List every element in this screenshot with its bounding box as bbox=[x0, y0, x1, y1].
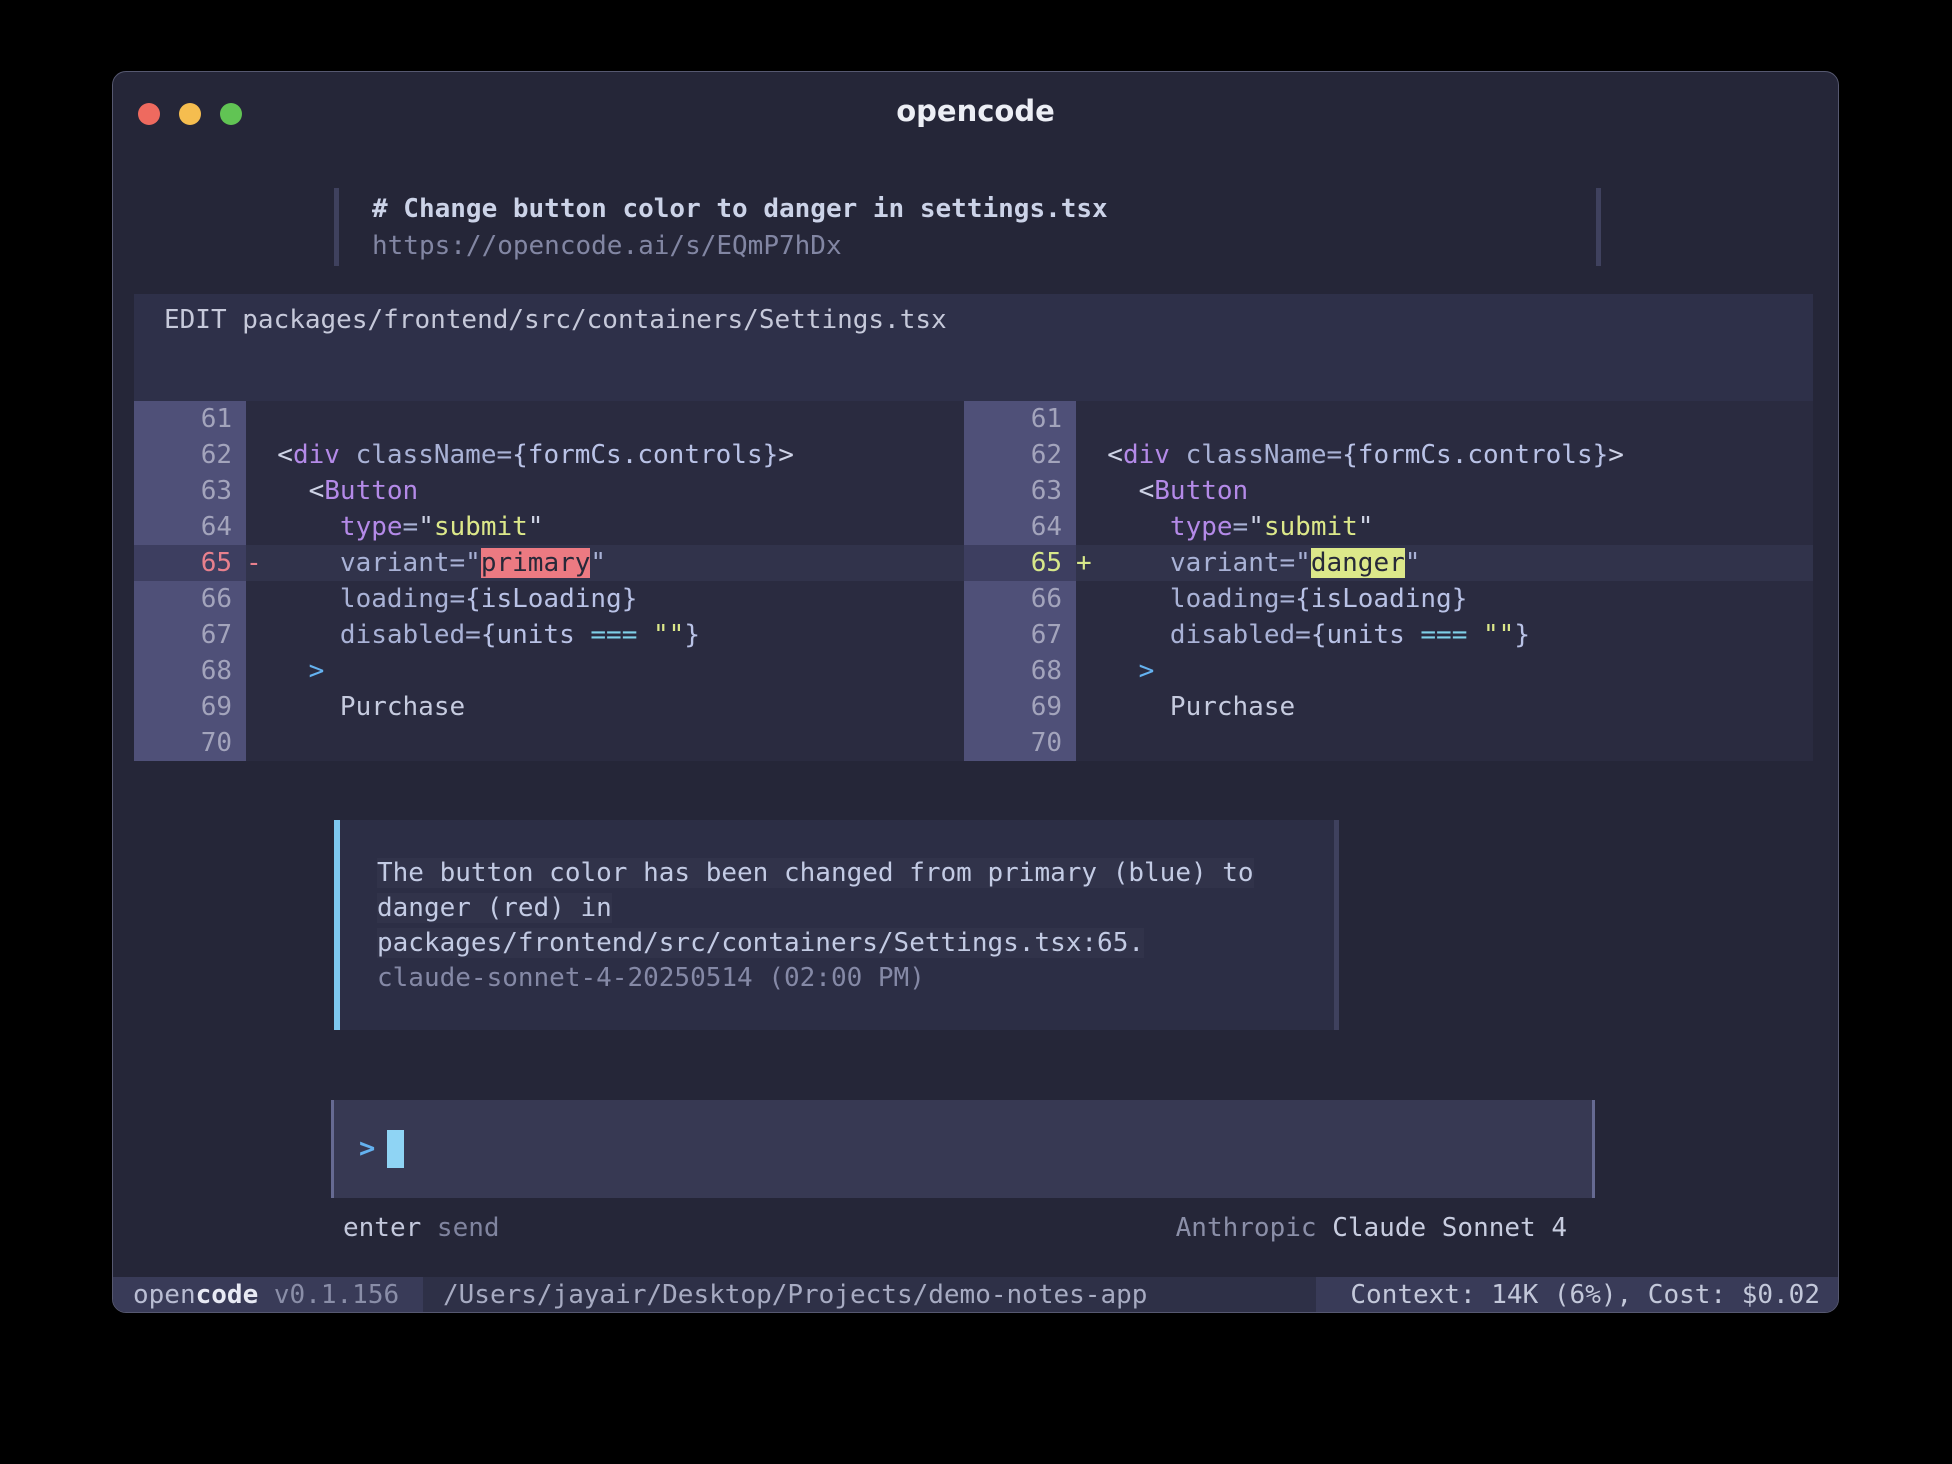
diff-row-61: 61 61 bbox=[134, 401, 1813, 437]
share-link[interactable]: https://opencode.ai/s/EQmP7hDx bbox=[372, 231, 842, 261]
edit-file-path: EDIT packages/frontend/src/containers/Se… bbox=[164, 302, 1813, 338]
edit-tool-panel: EDIT packages/frontend/src/containers/Se… bbox=[134, 294, 1813, 401]
app-version: opencode v0.1.156 bbox=[113, 1277, 423, 1313]
code-line-old: - variant="primary" bbox=[246, 545, 964, 581]
code-line-new: type="submit" bbox=[1076, 509, 1813, 545]
line-number-new: 68 bbox=[964, 653, 1076, 689]
line-number-old: 61 bbox=[134, 401, 246, 437]
prompt-hints: enter send Anthropic Claude Sonnet 4 bbox=[331, 1210, 1595, 1246]
assistant-message: The button color has been changed from p… bbox=[334, 820, 1339, 1030]
line-number-new: 64 bbox=[964, 509, 1076, 545]
opencode-window: opencode # Change button color to danger… bbox=[112, 71, 1839, 1313]
prompt-input[interactable]: > bbox=[331, 1100, 1595, 1198]
line-number-old: 64 bbox=[134, 509, 246, 545]
prompt-symbol: > bbox=[359, 1130, 375, 1168]
line-number-new: 63 bbox=[964, 473, 1076, 509]
diff-row-67: 67 disabled={units === ""}67 disabled={u… bbox=[134, 617, 1813, 653]
code-line-old: type="submit" bbox=[246, 509, 964, 545]
diff-row-63: 63 <Button63 <Button bbox=[134, 473, 1813, 509]
line-number-old: 67 bbox=[134, 617, 246, 653]
line-number-old: 70 bbox=[134, 725, 246, 761]
assistant-meta: claude-sonnet-4-20250514 (02:00 PM) bbox=[377, 961, 1334, 996]
line-number-new: 70 bbox=[964, 725, 1076, 761]
assistant-text-line: danger (red) in bbox=[377, 891, 1334, 926]
screen: opencode # Change button color to danger… bbox=[0, 0, 1952, 1464]
assistant-text-line: The button color has been changed from p… bbox=[377, 856, 1334, 891]
code-line-new: Purchase bbox=[1076, 689, 1813, 725]
model-indicator: Anthropic Claude Sonnet 4 bbox=[1176, 1210, 1567, 1246]
code-line-old: > bbox=[246, 653, 964, 689]
diff-row-70: 70 70 bbox=[134, 725, 1813, 761]
assistant-text-line: packages/frontend/src/containers/Setting… bbox=[377, 926, 1334, 961]
text-cursor bbox=[387, 1130, 404, 1168]
code-line-new: > bbox=[1076, 653, 1813, 689]
code-line-new: loading={isLoading} bbox=[1076, 581, 1813, 617]
code-line-new bbox=[1076, 401, 1813, 437]
line-number-old: 62 bbox=[134, 437, 246, 473]
code-line-old: disabled={units === ""} bbox=[246, 617, 964, 653]
code-line-new: disabled={units === ""} bbox=[1076, 617, 1813, 653]
line-number-old: 66 bbox=[134, 581, 246, 617]
code-line-old: <div className={formCs.controls}> bbox=[246, 437, 964, 473]
code-line-new: <Button bbox=[1076, 473, 1813, 509]
line-number-old: 65 bbox=[134, 545, 246, 581]
line-number-old: 63 bbox=[134, 473, 246, 509]
diff-table: 616162 <div className={formCs.controls}>… bbox=[134, 401, 1813, 761]
line-number-new: 67 bbox=[964, 617, 1076, 653]
code-line-old: <Button bbox=[246, 473, 964, 509]
code-line-new bbox=[1076, 725, 1813, 761]
diff-row-62: 62 <div className={formCs.controls}>62 <… bbox=[134, 437, 1813, 473]
line-number-old: 69 bbox=[134, 689, 246, 725]
line-number-new: 65 bbox=[964, 545, 1076, 581]
line-number-new: 62 bbox=[964, 437, 1076, 473]
line-number-new: 66 bbox=[964, 581, 1076, 617]
send-hint: enter send bbox=[343, 1210, 500, 1246]
code-line-old bbox=[246, 401, 964, 437]
user-message: # Change button color to danger in setti… bbox=[334, 188, 1601, 266]
code-line-old: loading={isLoading} bbox=[246, 581, 964, 617]
context-cost: Context: 14K (6%), Cost: $0.02 bbox=[1316, 1277, 1839, 1313]
code-line-old bbox=[246, 725, 964, 761]
line-number-new: 61 bbox=[964, 401, 1076, 437]
diff-row-65: 65- variant="primary"65+ variant="danger… bbox=[134, 545, 1813, 581]
line-number-old: 68 bbox=[134, 653, 246, 689]
diff-row-68: 68 >68 > bbox=[134, 653, 1813, 689]
diff-row-69: 69 Purchase69 Purchase bbox=[134, 689, 1813, 725]
line-number-new: 69 bbox=[964, 689, 1076, 725]
user-message-heading: # Change button color to danger in setti… bbox=[372, 191, 1596, 228]
code-line-new: + variant="danger" bbox=[1076, 545, 1813, 581]
code-line-old: Purchase bbox=[246, 689, 964, 725]
diff-row-64: 64 type="submit"64 type="submit" bbox=[134, 509, 1813, 545]
code-line-new: <div className={formCs.controls}> bbox=[1076, 437, 1813, 473]
status-bar: opencode v0.1.156 /Users/jayair/Desktop/… bbox=[113, 1277, 1839, 1313]
working-directory: /Users/jayair/Desktop/Projects/demo-note… bbox=[423, 1277, 1316, 1313]
window-title: opencode bbox=[113, 94, 1838, 128]
title-bar: opencode bbox=[113, 72, 1838, 142]
diff-row-66: 66 loading={isLoading}66 loading={isLoad… bbox=[134, 581, 1813, 617]
